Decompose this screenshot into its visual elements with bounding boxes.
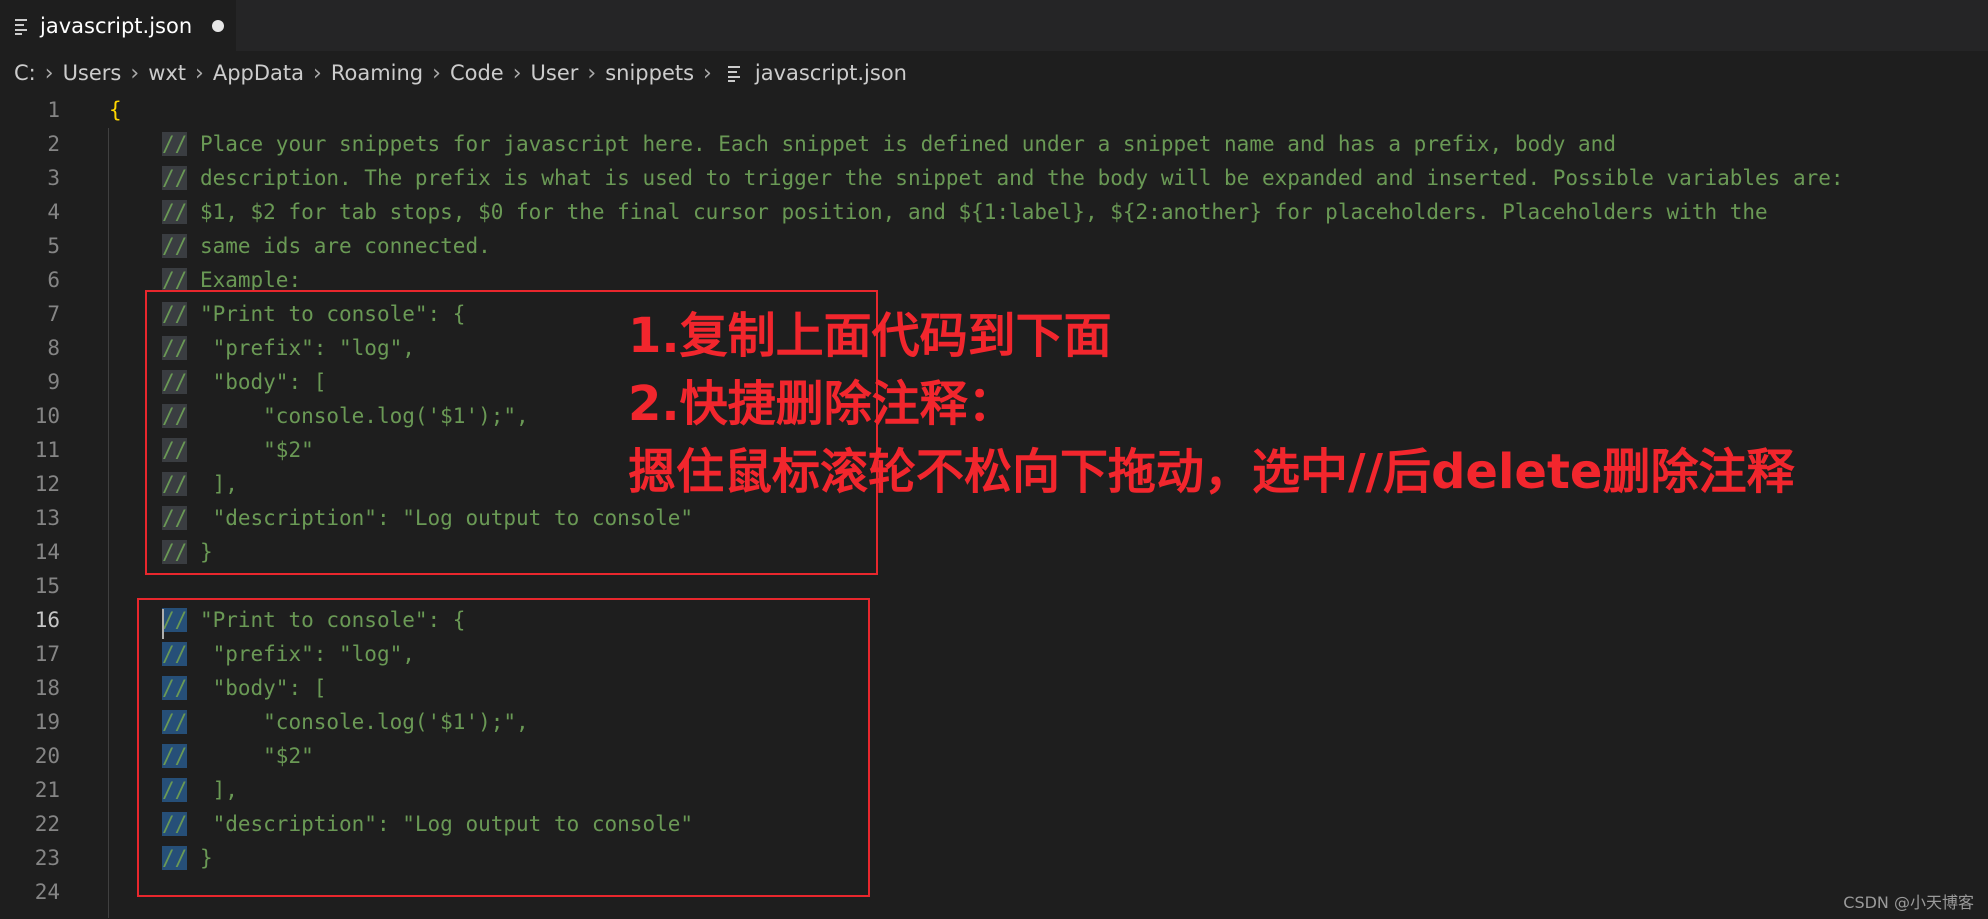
comment-content: description. The prefix is what is used … — [187, 166, 1844, 190]
line-number: 1 — [47, 98, 60, 122]
line-number: 8 — [47, 336, 60, 360]
line-number: 13 — [34, 506, 60, 530]
chevron-right-icon: › — [130, 60, 140, 86]
line-number: 22 — [34, 812, 60, 836]
chevron-right-icon: › — [313, 60, 322, 86]
breadcrumb-item[interactable]: AppData — [213, 61, 304, 85]
line-number: 12 — [34, 472, 60, 496]
comment-marker[interactable]: // — [162, 166, 188, 190]
chevron-right-icon: › — [44, 60, 54, 86]
code-text: // same ids are connected. — [162, 229, 491, 263]
chevron-right-icon: › — [703, 60, 712, 86]
line-number: 14 — [34, 540, 60, 564]
code-line[interactable]: 4 // $1, $2 for tab stops, $0 for the fin… — [0, 195, 1988, 229]
breadcrumb-item[interactable]: C: — [14, 61, 36, 85]
chevron-right-icon: › — [432, 60, 441, 86]
comment-content: Place your snippets for javascript here.… — [187, 132, 1616, 156]
code-line[interactable]: 2 // Place your snippets for javascript h… — [0, 127, 1988, 161]
line-number: 20 — [34, 744, 60, 768]
breadcrumb-item-file[interactable]: javascript.json — [755, 61, 907, 85]
comment-content: $1, $2 for tab stops, $0 for the final c… — [187, 200, 1768, 224]
breadcrumb-item[interactable]: snippets — [605, 61, 694, 85]
line-number: 6 — [47, 268, 60, 292]
file-lines-icon — [727, 66, 740, 82]
code-line[interactable]: 5 // same ids are connected. — [0, 229, 1988, 263]
breadcrumb-item[interactable]: wxt — [148, 61, 186, 85]
line-number: 2 — [47, 132, 60, 156]
line-number: 19 — [34, 710, 60, 734]
line-number: 16 — [34, 608, 60, 632]
breadcrumb: C: › Users › wxt › AppData › Roaming › C… — [0, 53, 1988, 93]
code-text: // description. The prefix is what is us… — [162, 161, 1844, 195]
annotation-step-2-detail: 摁住鼠标滚轮不松向下拖动，选中//后delete删除注释 — [628, 444, 1795, 500]
chevron-right-icon: › — [587, 60, 597, 86]
watermark: CSDN @小天博客 — [1843, 893, 1974, 912]
line-number: 7 — [47, 302, 60, 326]
breadcrumb-item[interactable]: Code — [450, 61, 504, 85]
breadcrumb-item[interactable]: User — [531, 61, 579, 85]
chevron-right-icon: › — [195, 60, 204, 86]
line-number: 4 — [47, 200, 60, 224]
comment-content: same ids are connected. — [187, 234, 491, 258]
chevron-right-icon: › — [512, 60, 522, 86]
comment-marker[interactable]: // — [162, 268, 188, 292]
line-number: 21 — [34, 778, 60, 802]
breadcrumb-item[interactable]: Users — [63, 61, 122, 85]
line-number: 24 — [34, 880, 60, 904]
tab-bar: javascript.json — [0, 0, 1988, 51]
code-line[interactable]: 1{ — [0, 93, 1988, 127]
comment-marker[interactable]: // — [162, 200, 188, 224]
comment-marker[interactable]: // — [162, 132, 188, 156]
highlight-box-copied-snippet — [137, 598, 870, 897]
line-number: 3 — [47, 166, 60, 190]
line-number: 17 — [34, 642, 60, 666]
comment-marker[interactable]: // — [162, 234, 188, 258]
tab-javascript-json[interactable]: javascript.json — [0, 0, 236, 51]
line-number: 18 — [34, 676, 60, 700]
line-number: 23 — [34, 846, 60, 870]
code-text: // Place your snippets for javascript he… — [162, 127, 1616, 161]
code-line[interactable]: 3 // description. The prefix is what is u… — [0, 161, 1988, 195]
breadcrumb-item[interactable]: Roaming — [331, 61, 423, 85]
annotation-step-1: 1.复制上面代码到下面 — [628, 308, 1112, 364]
annotation-step-2: 2.快捷删除注释： — [628, 376, 1016, 432]
comment-content: Example: — [187, 268, 302, 292]
code-text: { — [109, 98, 122, 122]
line-number: 5 — [47, 234, 60, 258]
file-lines-icon — [15, 18, 27, 35]
line-number: 10 — [34, 404, 60, 428]
unsaved-dot-icon[interactable] — [212, 19, 225, 32]
tab-title: javascript.json — [40, 13, 193, 38]
line-number: 9 — [47, 370, 60, 394]
line-number: 11 — [34, 438, 60, 462]
line-number: 15 — [34, 574, 60, 598]
code-text: // $1, $2 for tab stops, $0 for the fina… — [162, 195, 1768, 229]
